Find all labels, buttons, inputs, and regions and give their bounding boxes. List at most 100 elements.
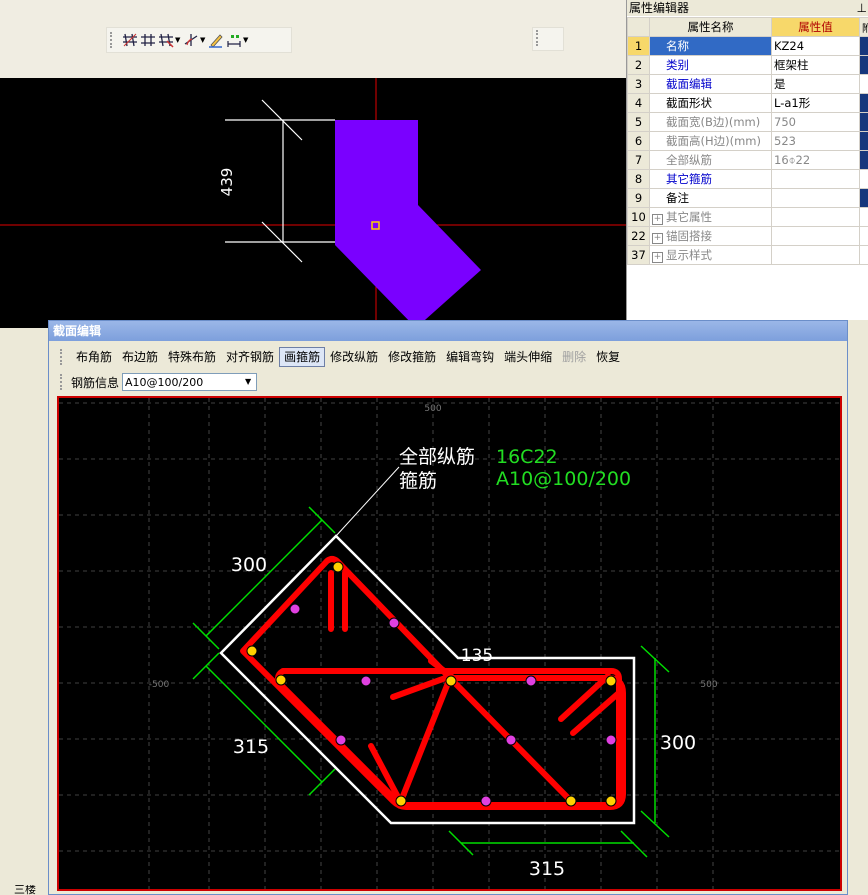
property-value[interactable]: 750 <box>771 112 860 132</box>
label-all-longitudinal: 全部纵筋 <box>399 446 475 468</box>
checkbox[interactable] <box>859 131 868 151</box>
property-name: 截面宽(B边)(mm) <box>649 112 772 132</box>
secondary-toolbar <box>532 27 564 51</box>
drawing-canvas[interactable]: 439 <box>0 78 626 328</box>
draw-stirrup-button[interactable]: 画箍筋 <box>279 347 326 367</box>
property-name: 截面形状 <box>649 93 772 113</box>
grid <box>59 398 840 889</box>
align-rebar-button[interactable]: 对齐钢筋 <box>221 347 279 367</box>
restore-button[interactable]: 恢复 <box>591 347 625 367</box>
stirrup-tie-diagonal[interactable] <box>398 675 574 804</box>
property-name: 截面高(H边)(mm) <box>649 131 772 151</box>
bottom-left-text: 三楼 <box>14 885 36 895</box>
dimension-icon[interactable] <box>225 31 243 49</box>
property-value[interactable]: L-a1形 <box>771 93 860 113</box>
toolbar-grip[interactable] <box>60 349 68 365</box>
dim-top-left[interactable]: 300 <box>231 554 267 576</box>
special-rebar-button[interactable]: 特殊布筋 <box>163 347 221 367</box>
property-value[interactable]: 523 <box>771 131 860 151</box>
hook-1[interactable] <box>328 570 348 632</box>
grid-angle-icon[interactable] <box>157 31 175 49</box>
table-row[interactable]: 3 截面编辑 是 <box>627 74 868 94</box>
dim-bottom-left[interactable]: 315 <box>233 736 269 758</box>
grid-hash-icon[interactable] <box>121 31 139 49</box>
snap-angle-icon[interactable] <box>182 31 200 49</box>
table-row[interactable]: 1 名称 KZ24 <box>627 36 868 56</box>
property-table: 属性名称 属性值 附 1 名称 KZ24 2 类别 框架柱 3 截面编辑 是 4… <box>627 17 868 265</box>
property-value <box>771 226 860 246</box>
expand-icon[interactable]: + <box>652 214 663 225</box>
property-name: 类别 <box>649 55 772 75</box>
place-corner-rebar-button[interactable]: 布角筋 <box>71 347 117 367</box>
row-number: 3 <box>627 74 650 94</box>
checkbox[interactable] <box>859 112 868 132</box>
delete-button[interactable]: 删除 <box>557 347 591 367</box>
dimension-line <box>225 99 335 263</box>
property-name[interactable]: + 锚固搭接 <box>649 226 772 246</box>
checkbox[interactable] <box>859 188 868 208</box>
dim-right[interactable]: 300 <box>660 732 696 754</box>
angle-label[interactable]: 135 <box>461 646 493 666</box>
label-stirrup: 箍筋 <box>399 470 437 492</box>
property-value[interactable] <box>771 188 860 208</box>
property-value[interactable]: 框架柱 <box>771 55 860 75</box>
row-number: 37 <box>627 245 650 265</box>
table-row[interactable]: 2 类别 框架柱 <box>627 55 868 75</box>
rebar-info-select[interactable]: A10@100/200 ▼ <box>122 373 258 391</box>
panel-title-text: 属性编辑器 <box>629 1 690 15</box>
expand-icon[interactable]: + <box>652 252 663 263</box>
place-edge-rebar-button[interactable]: 布边筋 <box>117 347 163 367</box>
table-row[interactable]: 6 截面高(H边)(mm) 523 <box>627 131 868 151</box>
table-row[interactable]: 37 + 显示样式 <box>627 245 868 265</box>
toolbar-grip[interactable] <box>110 32 118 48</box>
table-row[interactable]: 10 + 其它属性 <box>627 207 868 227</box>
checkbox[interactable] <box>859 36 868 56</box>
property-value[interactable]: KZ24 <box>771 36 860 56</box>
property-name[interactable]: + 显示样式 <box>649 245 772 265</box>
column-section-shape[interactable] <box>335 120 481 328</box>
expand-icon[interactable]: + <box>652 233 663 244</box>
pin-icon[interactable]: ⊥ <box>857 0 867 16</box>
property-name: 全部纵筋 <box>649 150 772 170</box>
header-extra: 附 <box>859 17 868 37</box>
dim-bottom[interactable]: 315 <box>529 858 565 880</box>
checkbox[interactable] <box>859 74 868 94</box>
chevron-down-icon[interactable]: ▼ <box>175 36 182 44</box>
modify-longitudinal-button[interactable]: 修改纵筋 <box>325 347 383 367</box>
row-number: 2 <box>627 55 650 75</box>
dimension-label: 439 <box>218 168 236 197</box>
property-value[interactable]: 是 <box>771 74 860 94</box>
property-value[interactable]: 16⌽22 <box>771 150 860 170</box>
property-value <box>771 245 860 265</box>
end-stretch-button[interactable]: 端头伸缩 <box>499 347 557 367</box>
chevron-down-icon[interactable]: ▼ <box>241 375 255 389</box>
checkbox[interactable] <box>859 150 868 170</box>
table-row[interactable]: 7 全部纵筋 16⌽22 <box>627 150 868 170</box>
modify-stirrup-button[interactable]: 修改箍筋 <box>383 347 441 367</box>
table-row[interactable]: 22 + 锚固搭接 <box>627 226 868 246</box>
property-name[interactable]: + 其它属性 <box>649 207 772 227</box>
grid-icon[interactable] <box>139 31 157 49</box>
chevron-down-icon[interactable]: ▼ <box>200 36 207 44</box>
table-row[interactable]: 5 截面宽(B边)(mm) 750 <box>627 112 868 132</box>
edit-hook-button[interactable]: 编辑弯钩 <box>441 347 499 367</box>
value-all-longitudinal[interactable]: 16C22 <box>496 446 558 468</box>
rebar-info-bar: 钢筋信息 A10@100/200 ▼ <box>57 371 258 393</box>
property-name: 其它箍筋 <box>649 169 772 189</box>
toolbar-grip[interactable] <box>60 374 68 390</box>
property-value[interactable] <box>771 169 860 189</box>
table-row[interactable]: 9 备注 <box>627 188 868 208</box>
table-row[interactable]: 4 截面形状 L-a1形 <box>627 93 868 113</box>
pencil-icon[interactable] <box>207 31 225 49</box>
drawing-toolbar: ▼ ▼ ▼ <box>106 27 292 53</box>
checkbox[interactable] <box>859 93 868 113</box>
chevron-down-icon[interactable]: ▼ <box>243 36 250 44</box>
checkbox[interactable] <box>859 55 868 75</box>
value-stirrup[interactable]: A10@100/200 <box>496 468 631 490</box>
dialog-title[interactable]: 截面编辑 <box>49 321 847 341</box>
property-panel-title: 属性编辑器 ⊥ <box>627 0 868 16</box>
toolbar-grip[interactable] <box>536 30 544 46</box>
checkbox[interactable] <box>859 169 868 189</box>
section-canvas[interactable]: 500 -500 500 全部纵筋 箍筋 16C22 A10@100/200 3… <box>57 396 842 891</box>
table-row[interactable]: 8 其它箍筋 <box>627 169 868 189</box>
